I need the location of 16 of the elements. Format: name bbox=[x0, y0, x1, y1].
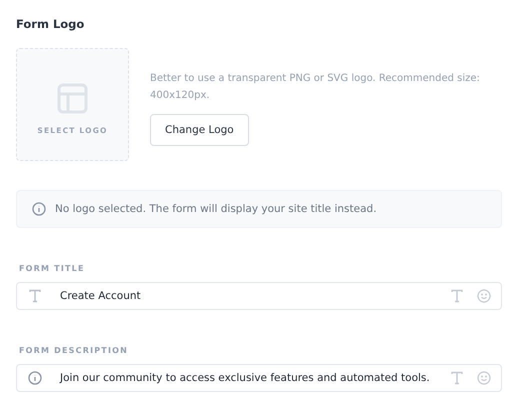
text-format-icon[interactable] bbox=[450, 289, 464, 303]
field-label: FORM TITLE bbox=[18, 264, 85, 273]
field-label: FORM DESCRIPTION bbox=[18, 346, 128, 355]
layout-icon bbox=[57, 82, 88, 114]
change-logo-button[interactable]: Change Logo bbox=[150, 114, 249, 146]
alert-icon bbox=[32, 202, 46, 216]
text-field[interactable]: Join our community to access exclusive features and automated tools. bbox=[16, 364, 502, 392]
emoji-icon[interactable] bbox=[477, 289, 491, 303]
section-title: Form Logo bbox=[16, 17, 84, 31]
info-icon bbox=[28, 371, 42, 385]
text-field[interactable]: Create Account bbox=[16, 282, 502, 310]
text-icon bbox=[28, 289, 42, 303]
text-format-icon[interactable] bbox=[450, 371, 464, 385]
notice-text: No logo selected. The form will display your site title instead. bbox=[55, 203, 377, 215]
hint-text: Better to use a transparent PNG or SVG logo. Recommended size: 400x120px. bbox=[150, 72, 481, 103]
emoji-icon[interactable] bbox=[477, 371, 491, 385]
